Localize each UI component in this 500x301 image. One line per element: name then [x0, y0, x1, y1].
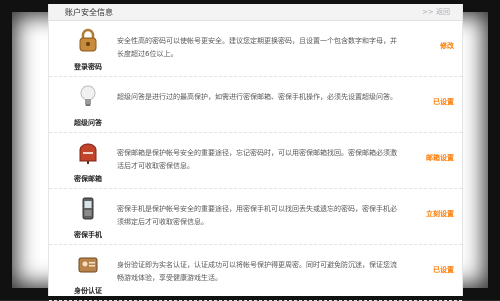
item-description: 超级问答是进行过的最高保护，如需进行密保邮箱、密保手机操作，必须先设置超级问答。	[117, 93, 397, 101]
id-card-icon	[78, 257, 98, 273]
screenshot-frame: 账户安全信息 >> 返回 登录密码 安全性高的密码可以使帐号更安全。建议您定期更…	[0, 0, 500, 301]
list-item-security-phone: 密保手机 密保手机是保护帐号安全的重要途径，用密保手机可以找回丢失或遗忘的密码，…	[49, 189, 462, 245]
modify-password-link[interactable]: 修改	[440, 41, 454, 51]
list-item-identity-verification: 身份认证 身份验证即为实名认证，认证成功可以将帐号保护得更周密。同时可避免防沉迷…	[49, 245, 462, 301]
mobile-phone-icon	[82, 197, 94, 220]
identity-status-link[interactable]: 已设置	[433, 265, 454, 275]
list-item-login-password: 登录密码 安全性高的密码可以使帐号更安全。建议您定期更换密码，且设置一个包含数字…	[49, 21, 462, 77]
panel-header: 账户安全信息 >> 返回	[49, 4, 462, 21]
item-label: 身份认证	[74, 287, 102, 295]
item-description: 密保手机是保护帐号安全的重要途径，用密保手机可以找回丢失或遗忘的密码，密保手机必…	[117, 205, 397, 226]
panel-title: 账户安全信息	[65, 8, 113, 17]
item-label: 密保邮箱	[74, 175, 102, 183]
item-label: 密保手机	[74, 231, 102, 239]
security-list: 登录密码 安全性高的密码可以使帐号更安全。建议您定期更换密码，且设置一个包含数字…	[49, 21, 462, 301]
phone-setup-now-link[interactable]: 立刻设置	[426, 209, 454, 219]
item-description: 身份验证即为实名认证，认证成功可以将帐号保护得更周密。同时可避免防沉迷，保证您流…	[117, 261, 397, 282]
item-description: 密保邮箱是保护帐号安全的重要途径，忘记密码时，可以用密保邮箱找回。密保邮箱必须激…	[117, 149, 397, 170]
account-security-panel: 账户安全信息 >> 返回 登录密码 安全性高的密码可以使帐号更安全。建议您定期更…	[48, 4, 463, 301]
item-description: 安全性高的密码可以使帐号更安全。建议您定期更换密码，且设置一个包含数字和字母，并…	[117, 37, 397, 58]
back-link[interactable]: >> 返回	[422, 7, 450, 17]
item-label: 登录密码	[74, 63, 102, 71]
email-settings-link[interactable]: 邮箱设置	[426, 153, 454, 163]
padlock-icon	[79, 28, 97, 52]
super-qa-status-link[interactable]: 已设置	[433, 97, 454, 107]
list-item-super-qa: 超级问答 超级问答是进行过的最高保护，如需进行密保邮箱、密保手机操作，必须先设置…	[49, 77, 462, 133]
mailbox-icon	[79, 143, 97, 164]
item-label: 超级问答	[74, 119, 102, 127]
lightbulb-icon	[80, 85, 96, 106]
list-item-security-email: 密保邮箱 密保邮箱是保护帐号安全的重要途径，忘记密码时，可以用密保邮箱找回。密保…	[49, 133, 462, 189]
